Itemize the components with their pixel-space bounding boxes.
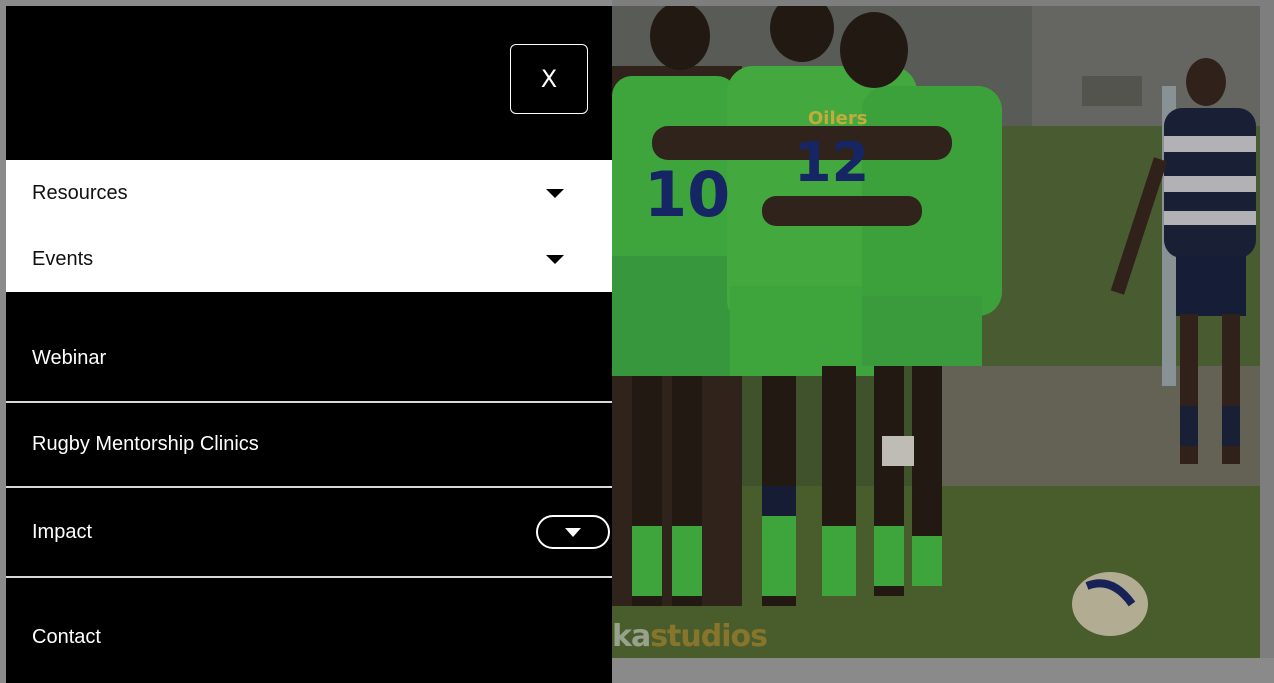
menu-item-label: Webinar [32, 347, 107, 369]
caret-down-icon [546, 188, 564, 198]
menu-item-contact[interactable]: Contact [6, 578, 612, 683]
hero-photo: 10 12 Oilers kastudios [612, 6, 1260, 658]
menu-item-label: Contact [32, 626, 101, 648]
impact-expand-button[interactable] [536, 515, 610, 549]
submenu-item-events[interactable]: Events [6, 226, 612, 292]
submenu-item-resources[interactable]: Resources [6, 160, 612, 226]
jersey-number-10: 10 [644, 158, 730, 231]
menu-item-label: Impact [32, 520, 93, 543]
overlay-right [1260, 0, 1274, 683]
close-menu-button[interactable]: X [510, 44, 588, 114]
jersey-number-12: 12 [794, 131, 869, 194]
side-menu: X Resources Events Webinar Rugby Mentors… [6, 6, 612, 683]
caret-down-icon [565, 527, 581, 537]
team-logo-text: Oilers [808, 108, 867, 129]
photo-watermark: kastudios [612, 619, 768, 654]
close-icon: X [540, 65, 558, 93]
menu-item-rugby-mentorship-clinics[interactable]: Rugby Mentorship Clinics [6, 403, 612, 488]
menu-item-webinar[interactable]: Webinar [6, 292, 612, 403]
submenu-item-label: Resources [32, 181, 128, 204]
submenu-item-label: Events [32, 247, 94, 270]
rugby-team-huddle-image: 10 12 Oilers [612, 6, 1260, 658]
caret-down-icon [546, 254, 564, 264]
menu-item-impact[interactable]: Impact [6, 488, 612, 578]
menu-header: X [6, 6, 612, 160]
menu-item-label: Rugby Mentorship Clinics [32, 433, 259, 455]
overlay-bottom [612, 658, 1274, 683]
submenu: Resources Events [6, 160, 612, 292]
